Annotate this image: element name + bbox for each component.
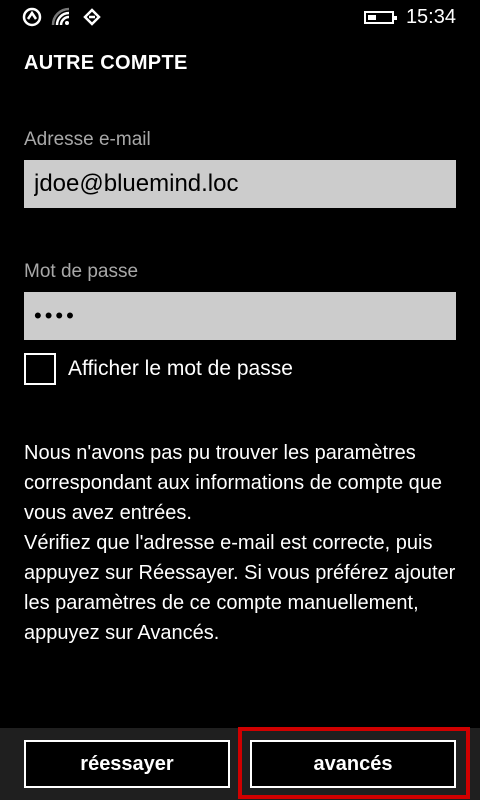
password-label: Mot de passe xyxy=(24,261,139,282)
retry-button[interactable]: réessayer xyxy=(24,740,230,788)
battery-icon xyxy=(363,11,397,24)
battery-level xyxy=(367,15,376,20)
status-icons xyxy=(22,7,102,27)
error-message: Nous n'avons pas pu trouver les paramètr… xyxy=(24,438,464,648)
app-bar: réessayer avancés xyxy=(0,728,480,800)
page-title: AUTRE COMPTE xyxy=(24,52,188,74)
email-label: Adresse e-mail xyxy=(24,129,151,150)
email-input[interactable] xyxy=(24,160,456,208)
wifi-icon xyxy=(51,7,73,27)
error-message-paragraph-2: Vérifiez que l'adresse e-mail est correc… xyxy=(24,532,456,644)
status-right: 15:34 xyxy=(363,6,456,29)
clock: 15:34 xyxy=(405,6,456,28)
status-bar: 15:34 xyxy=(0,0,480,36)
show-password-row[interactable]: Afficher le mot de passe xyxy=(24,353,293,385)
error-message-paragraph-1: Nous n'avons pas pu trouver les paramètr… xyxy=(24,442,443,524)
password-input[interactable] xyxy=(24,292,456,340)
show-password-label: Afficher le mot de passe xyxy=(68,357,293,380)
data-connection-icon xyxy=(82,7,102,27)
advanced-button[interactable]: avancés xyxy=(250,740,456,788)
sync-icon xyxy=(22,7,42,27)
show-password-checkbox[interactable] xyxy=(24,353,56,385)
